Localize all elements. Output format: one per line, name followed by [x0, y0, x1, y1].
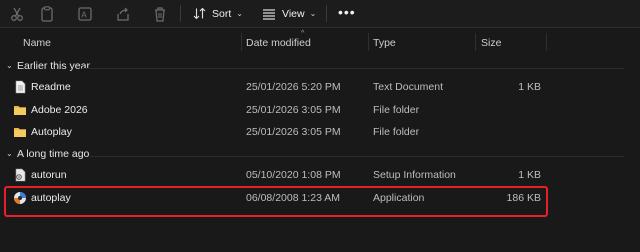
- date-modified: 25/01/2026 3:05 PM: [246, 104, 341, 116]
- file-type: Text Document: [373, 81, 444, 93]
- svg-text:A: A: [81, 11, 87, 20]
- rename-icon[interactable]: A: [76, 5, 94, 23]
- command-bar: A Sort ⌄ View ⌄ •••: [0, 0, 640, 28]
- list-item[interactable]: autorun 05/10/2020 1:08 PM Setup Informa…: [0, 165, 640, 185]
- file-name: Adobe 2026: [31, 104, 88, 116]
- file-type: File folder: [373, 126, 420, 138]
- delete-icon[interactable]: [151, 5, 169, 23]
- date-modified: 25/01/2026 5:20 PM: [246, 81, 341, 93]
- date-modified: 05/10/2020 1:08 PM: [246, 169, 341, 181]
- folder-icon: [13, 125, 27, 139]
- file-size: 1 KB: [518, 81, 541, 93]
- sort-caret-icon: ^: [301, 30, 305, 37]
- paste-icon[interactable]: [38, 5, 56, 23]
- group-title: Earlier this year: [17, 60, 90, 72]
- file-type: File folder: [373, 104, 420, 116]
- text-file-icon: [13, 80, 27, 94]
- chevron-down-icon: ⌄: [6, 61, 13, 70]
- file-name: Autoplay: [31, 126, 72, 138]
- toolbar-divider: [326, 5, 327, 22]
- sort-icon: [193, 7, 206, 20]
- column-date-modified[interactable]: Date modified: [246, 37, 311, 49]
- group-divider: [90, 156, 624, 157]
- file-name: autorun: [31, 169, 67, 181]
- column-divider[interactable]: [368, 33, 369, 51]
- file-type: Setup Information: [373, 169, 456, 181]
- column-divider[interactable]: [475, 33, 476, 51]
- toolbar-divider: [180, 5, 181, 22]
- file-size: 1 KB: [518, 169, 541, 181]
- column-divider[interactable]: [546, 33, 547, 51]
- column-type[interactable]: Type: [373, 37, 396, 49]
- chevron-down-icon: ⌄: [6, 149, 13, 158]
- group-divider: [82, 68, 624, 69]
- setup-info-icon: [13, 168, 27, 182]
- view-button[interactable]: View ⌄: [262, 5, 316, 22]
- chevron-down-icon: ⌄: [309, 9, 317, 18]
- list-item[interactable]: Autoplay 25/01/2026 3:05 PM File folder: [0, 122, 640, 142]
- view-label: View: [282, 7, 305, 20]
- group-header-a-long-time-ago[interactable]: ⌄ A long time ago: [0, 148, 640, 162]
- more-options-button[interactable]: •••: [338, 4, 356, 20]
- share-icon[interactable]: [114, 5, 132, 23]
- folder-icon: [13, 103, 27, 117]
- group-header-earlier-this-year[interactable]: ⌄ Earlier this year: [0, 60, 640, 74]
- group-title: A long time ago: [17, 148, 90, 160]
- file-name: Readme: [31, 81, 71, 93]
- column-divider[interactable]: [241, 33, 242, 51]
- column-name[interactable]: Name: [23, 37, 51, 49]
- highlight-box: [4, 186, 548, 217]
- cut-icon[interactable]: [8, 5, 26, 23]
- column-header: Name ^ Date modified Type Size: [0, 30, 640, 51]
- column-size[interactable]: Size: [481, 37, 501, 49]
- list-item[interactable]: Readme 25/01/2026 5:20 PM Text Document …: [0, 77, 640, 97]
- date-modified: 25/01/2026 3:05 PM: [246, 126, 341, 138]
- sort-button[interactable]: Sort ⌄: [193, 5, 243, 22]
- list-item[interactable]: Adobe 2026 25/01/2026 3:05 PM File folde…: [0, 100, 640, 120]
- view-icon: [263, 8, 275, 20]
- sort-label: Sort: [212, 7, 232, 20]
- chevron-down-icon: ⌄: [236, 9, 243, 18]
